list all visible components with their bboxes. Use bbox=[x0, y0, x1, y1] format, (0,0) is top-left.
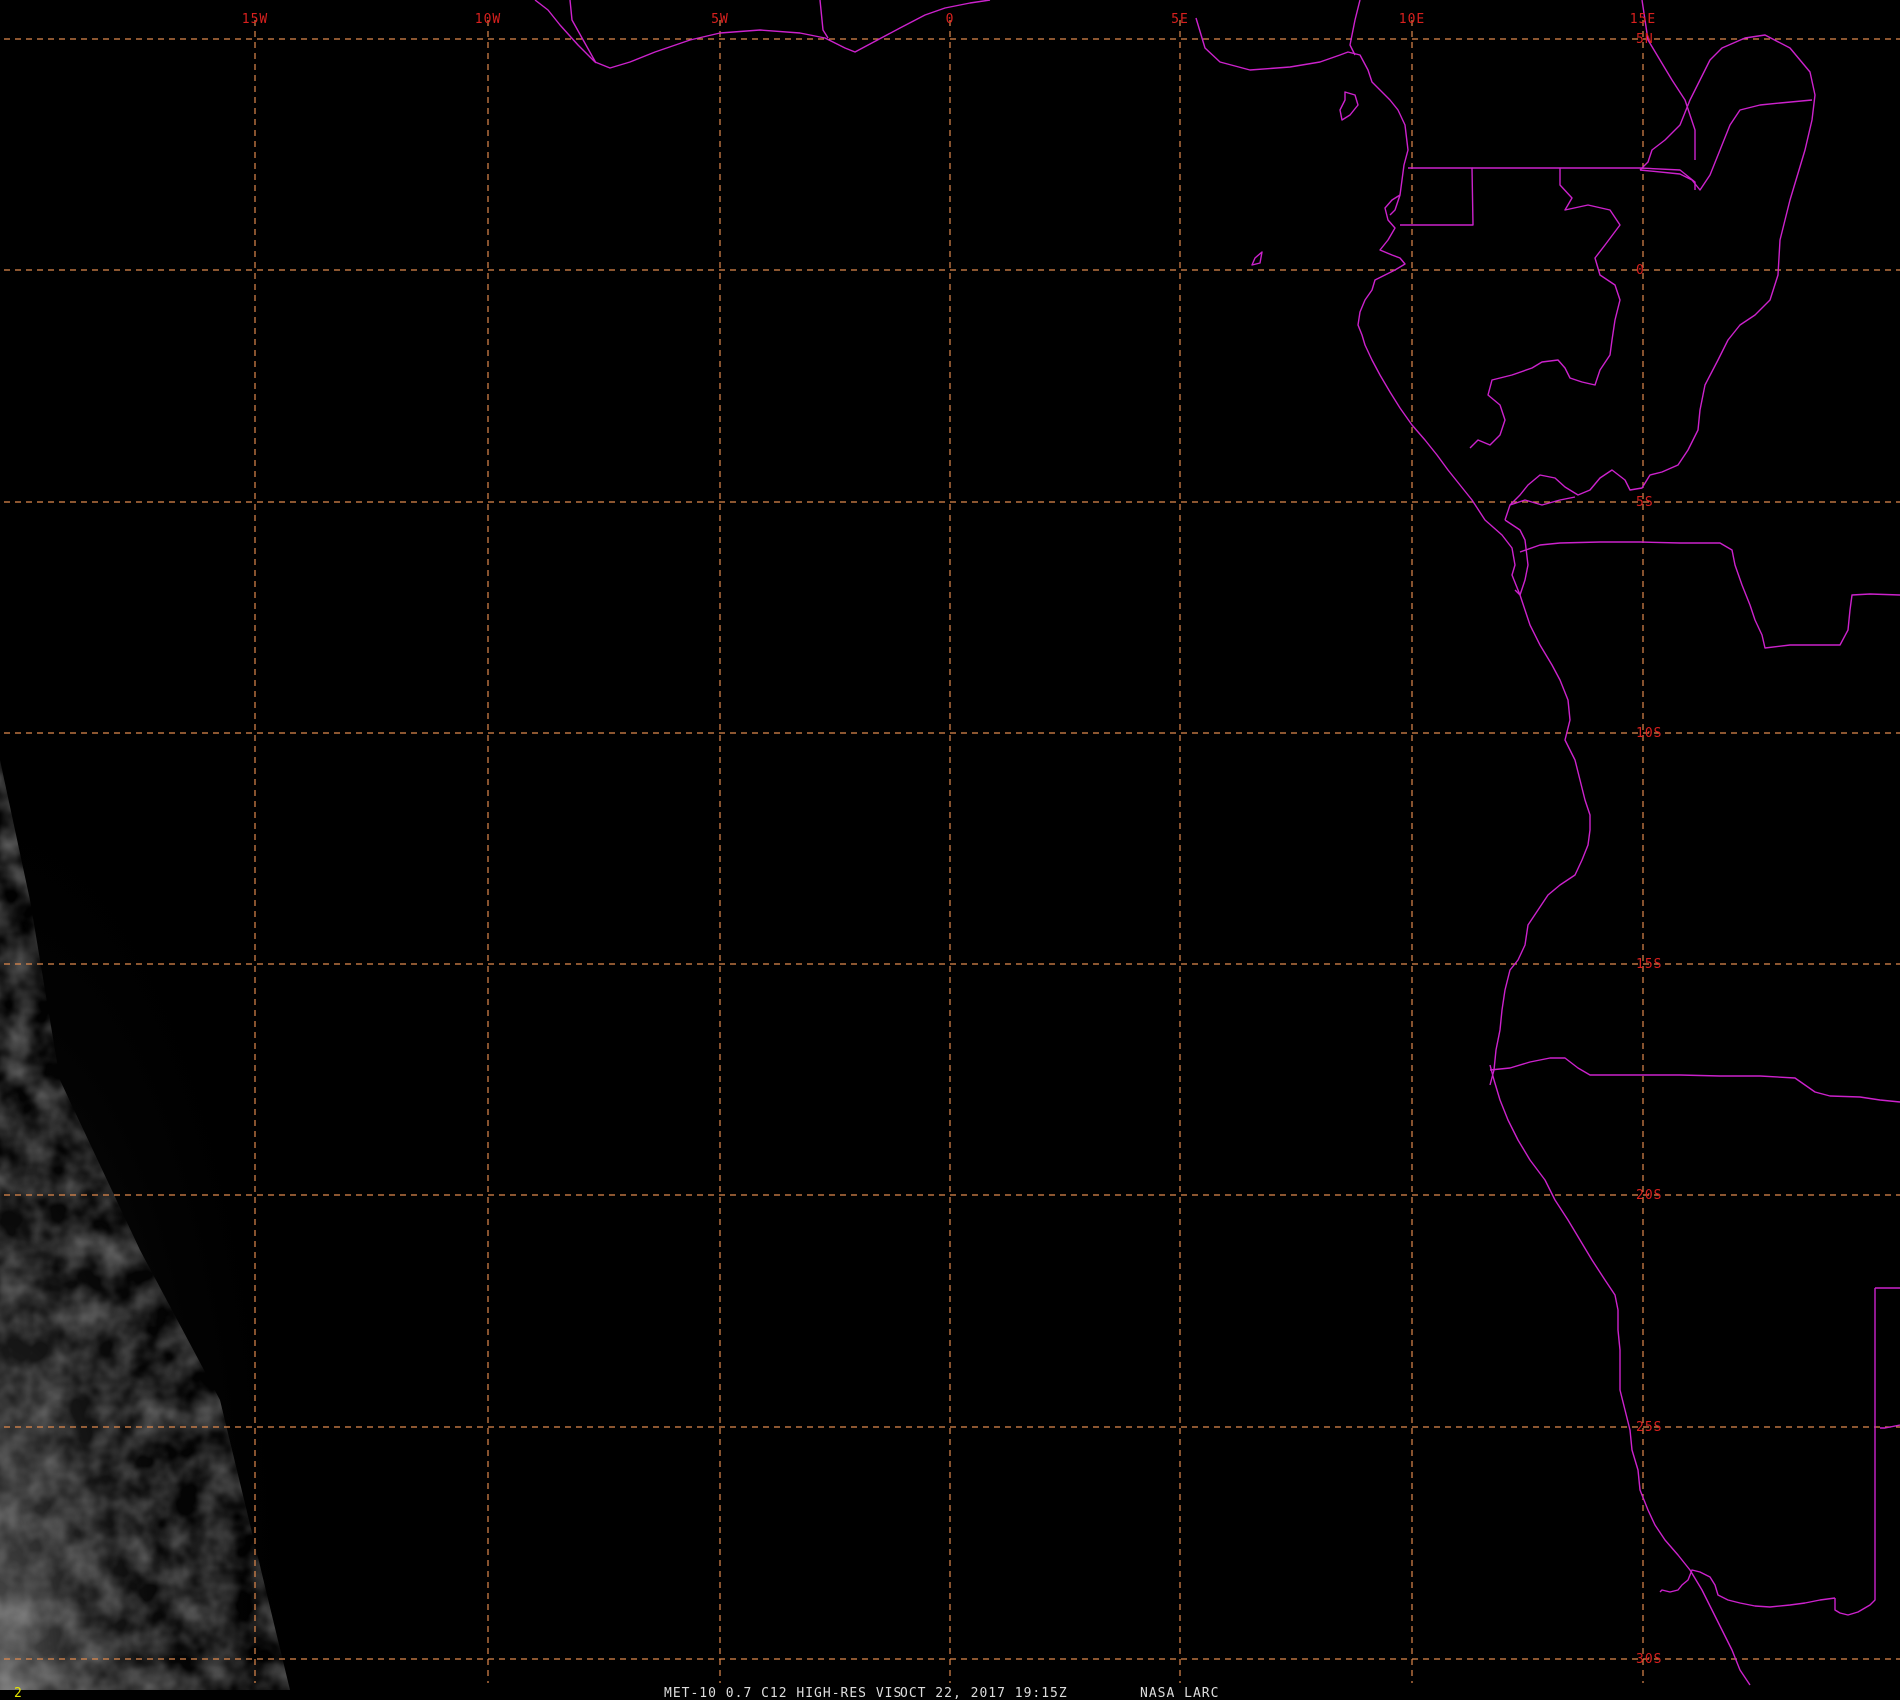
longitude-tick-label: 10W bbox=[475, 12, 501, 27]
frame-number: 2 bbox=[14, 1686, 23, 1700]
longitude-tick-label: 10E bbox=[1399, 12, 1425, 27]
longitude-tick-label: 0 bbox=[946, 12, 955, 27]
satellite-map: 15W 10W 5W 0 5E 10E 15E 5N 0 5S 10S 15S 20S 25S 30S 2… bbox=[0, 0, 1900, 1700]
longitude-tick-label: 15E bbox=[1630, 12, 1656, 27]
latitude-tick-label: 15S bbox=[1636, 957, 1662, 972]
longitude-tick-label: 5W bbox=[711, 12, 729, 27]
latitude-tick-label: 0 bbox=[1636, 263, 1645, 278]
footer-datetime-label: OCT 22, 2017 19:15Z bbox=[900, 1686, 1068, 1700]
latitude-tick-label: 5N bbox=[1636, 32, 1654, 47]
latitude-tick-label: 25S bbox=[1636, 1420, 1662, 1435]
footer-credit-label: NASA LARC bbox=[1140, 1686, 1219, 1700]
longitude-tick-label: 5E bbox=[1171, 12, 1189, 27]
longitude-tick-label: 15W bbox=[242, 12, 268, 27]
latitude-tick-label: 10S bbox=[1636, 726, 1662, 741]
latitude-tick-label: 20S bbox=[1636, 1188, 1662, 1203]
latitude-tick-label: 5S bbox=[1636, 495, 1654, 510]
latitude-tick-label: 30S bbox=[1636, 1652, 1662, 1667]
map-canvas: 15W 10W 5W 0 5E 10E 15E 5N 0 5S 10S 15S 20S 25S 30S 2… bbox=[0, 0, 1900, 1700]
footer-product-label: MET-10 0.7 C12 HIGH-RES VIS bbox=[664, 1686, 902, 1700]
